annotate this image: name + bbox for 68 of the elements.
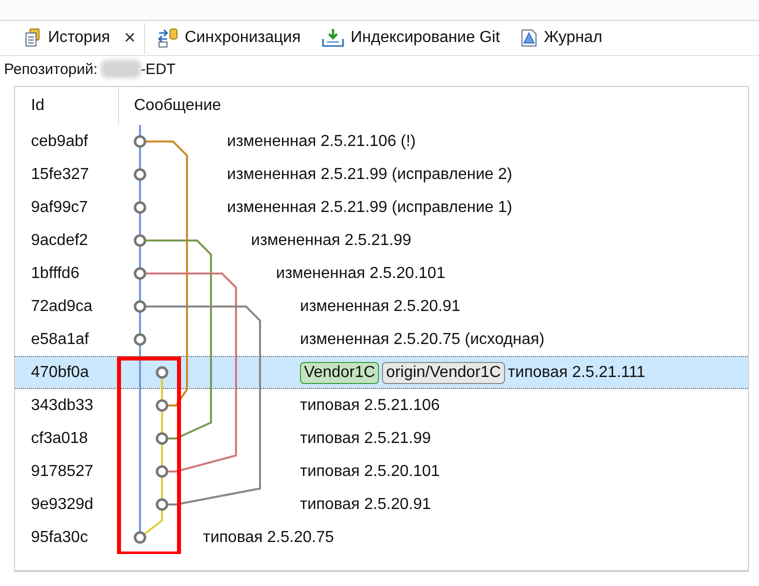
column-header[interactable]: Сообщение [119, 97, 222, 115]
commit-row[interactable]: e58a1af измененная 2.5.20.75 (исходная) [15, 323, 748, 356]
commit-row[interactable]: 343db33 типовая 2.5.21.106 [15, 389, 748, 422]
commit-node [134, 267, 146, 280]
tab[interactable]: Индексирование Git [318, 24, 508, 52]
commit-id: 343db33 [30, 396, 94, 414]
tab[interactable]: Синхронизация [154, 24, 309, 52]
commit-message: типовая 2.5.20.75 [203, 528, 334, 546]
column-header[interactable]: Id [31, 97, 44, 115]
commit-node [156, 399, 168, 412]
commit-id: 1bfffd6 [30, 264, 80, 282]
document-stack-icon [24, 28, 42, 48]
commit-row[interactable]: 1bfffd6 измененная 2.5.20.101 [15, 257, 748, 290]
sync-arrows-icon [156, 28, 179, 48]
commit-message: типовая 2.5.21.106 [300, 396, 440, 414]
commit-row[interactable]: ceb9abf измененная 2.5.21.106 (!) [15, 125, 748, 158]
commit-id: 95fa30c [30, 528, 89, 546]
commit-row[interactable]: 9acdef2 измененная 2.5.21.99 [15, 224, 748, 257]
commit-message: измененная 2.5.20.101 [276, 264, 446, 282]
commit-node [134, 201, 146, 214]
repository-name: -EDT [140, 60, 176, 78]
commit-message: измененная 2.5.20.91 [300, 298, 460, 316]
close-icon[interactable]: × [124, 26, 136, 50]
commit-id: cf3a018 [30, 430, 89, 448]
commit-message: измененная 2.5.21.99 (исправление 1) [227, 198, 512, 216]
commit-node [134, 531, 146, 544]
commit-node [156, 366, 168, 379]
branch-tag: origin/Vendor1C [382, 362, 505, 384]
commit-id: ceb9abf [30, 132, 89, 150]
tray-download-icon [320, 28, 345, 48]
tab[interactable]: История × [22, 22, 145, 54]
repository-label: Репозиторий: [4, 60, 98, 78]
commit-row[interactable]: 9af99c7 измененная 2.5.21.99 (исправление 1) [15, 191, 748, 224]
commit-message: измененная 2.5.21.99 [251, 232, 412, 250]
commit-message: типовая 2.5.21.111 [508, 364, 646, 382]
commit-row[interactable]: 9178527 типовая 2.5.20.101 [15, 455, 748, 488]
commit-message: типовая 2.5.20.91 [300, 496, 431, 514]
commit-row[interactable]: 72ad9ca измененная 2.5.20.91 [15, 290, 748, 323]
commit-message: измененная 2.5.21.99 (исправление 2) [227, 166, 512, 184]
commit-id: 470bf0a [30, 364, 90, 382]
tab[interactable]: Журнал [518, 24, 610, 52]
commit-id: 9e9329d [30, 496, 94, 514]
commit-message: типовая 2.5.21.99 [300, 430, 431, 448]
commit-row[interactable]: 470bf0a Vendor1C origin/Vendor1C типовая 2.5.21.111 [15, 356, 748, 389]
commit-node [134, 234, 146, 247]
commit-node [134, 168, 146, 181]
redacted-block [100, 60, 141, 78]
commit-message: типовая 2.5.20.101 [300, 462, 440, 480]
commit-node [134, 333, 146, 346]
branch-tag: Vendor1C [300, 362, 380, 384]
commit-id: 9178527 [30, 462, 94, 480]
commit-node [134, 135, 146, 148]
commit-message: измененная 2.5.21.106 (!) [227, 132, 416, 150]
commit-id: 9af99c7 [30, 198, 89, 216]
commit-row[interactable]: 9e9329d типовая 2.5.20.91 [15, 488, 748, 521]
triangle-document-icon [520, 28, 538, 48]
commit-node [134, 300, 146, 313]
commit-row[interactable]: 95fa30c типовая 2.5.20.75 [15, 521, 748, 554]
commit-node [156, 432, 168, 445]
commit-node [156, 465, 168, 478]
commit-id: 15fe327 [30, 166, 90, 184]
commit-row[interactable]: cf3a018 типовая 2.5.21.99 [15, 422, 748, 455]
commit-id: e58a1af [30, 330, 90, 348]
commit-row[interactable]: 15fe327 измененная 2.5.21.99 (исправление 2) [15, 158, 748, 191]
commit-message: измененная 2.5.20.75 (исходная) [300, 330, 544, 348]
commit-id: 9acdef2 [30, 232, 89, 250]
commit-node [156, 498, 168, 511]
commit-id: 72ad9ca [30, 298, 94, 316]
